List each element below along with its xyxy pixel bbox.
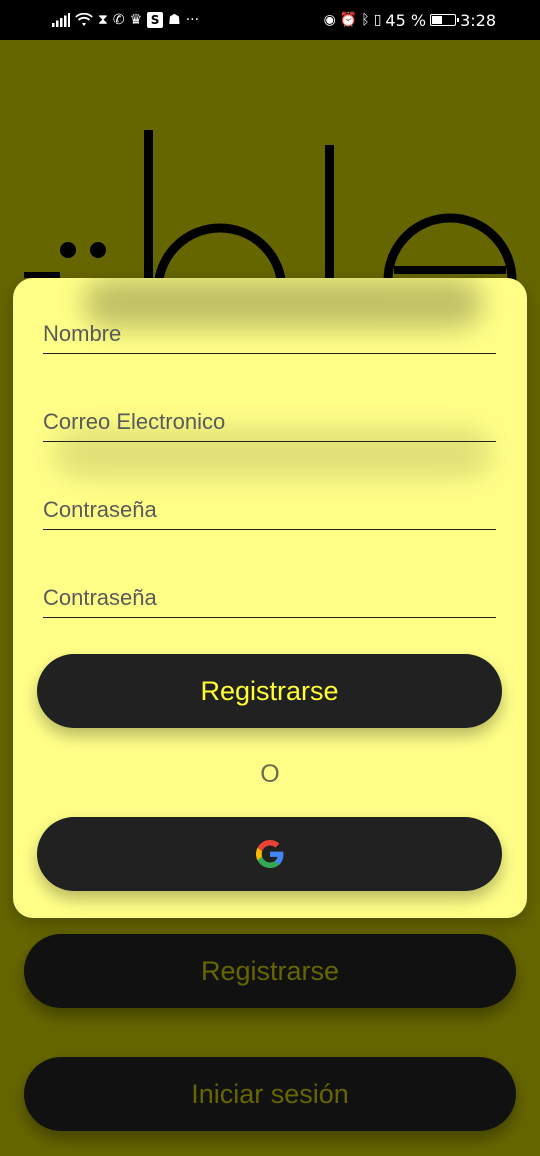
battery-fill bbox=[432, 16, 442, 24]
password-input[interactable] bbox=[43, 497, 496, 523]
register-button[interactable]: Registrarse bbox=[37, 654, 502, 728]
more-notifications-icon: ··· bbox=[185, 12, 200, 28]
bluetooth-icon: ᛒ bbox=[361, 12, 370, 28]
status-bar-right: ◉ ⏰ ᛒ ▯ 45 % 3:28 bbox=[324, 0, 496, 40]
hourglass-icon: ⧗ bbox=[98, 12, 108, 28]
alarm-icon: ⏰ bbox=[339, 12, 358, 28]
or-divider: O bbox=[260, 760, 280, 788]
background-register-button[interactable]: Registrarse bbox=[24, 934, 516, 1008]
email-input[interactable] bbox=[43, 409, 496, 435]
status-bar-left: ⧗ ✆ ♛ S ☗ ··· bbox=[52, 0, 199, 40]
google-icon bbox=[255, 840, 283, 868]
status-bar: ⧗ ✆ ♛ S ☗ ··· ◉ ⏰ ᛒ ▯ 45 % 3:28 bbox=[0, 0, 540, 40]
game-icon: ☗ bbox=[168, 12, 181, 28]
trophy-icon: ♛ bbox=[129, 12, 143, 28]
confirm-password-input[interactable] bbox=[43, 585, 496, 611]
vibrate-icon: ▯ bbox=[373, 12, 382, 28]
whatsapp-icon: ✆ bbox=[112, 12, 125, 28]
name-field[interactable] bbox=[43, 310, 496, 354]
s-app-icon: S bbox=[147, 12, 164, 28]
password-field[interactable] bbox=[43, 486, 496, 530]
wifi-icon bbox=[75, 13, 93, 26]
clock: 3:28 bbox=[460, 10, 496, 30]
confirm-password-field[interactable] bbox=[43, 574, 496, 618]
google-signin-button[interactable] bbox=[37, 817, 502, 891]
name-input[interactable] bbox=[43, 321, 496, 347]
email-field[interactable] bbox=[43, 398, 496, 442]
logo bbox=[24, 130, 517, 300]
register-card: Registrarse O bbox=[13, 278, 527, 918]
battery-percent: 45 % bbox=[385, 10, 427, 30]
battery-icon bbox=[430, 14, 460, 26]
signal-icon bbox=[52, 13, 70, 27]
eye-icon: ◉ bbox=[323, 12, 336, 28]
background-login-button[interactable]: Iniciar sesión bbox=[24, 1057, 516, 1131]
